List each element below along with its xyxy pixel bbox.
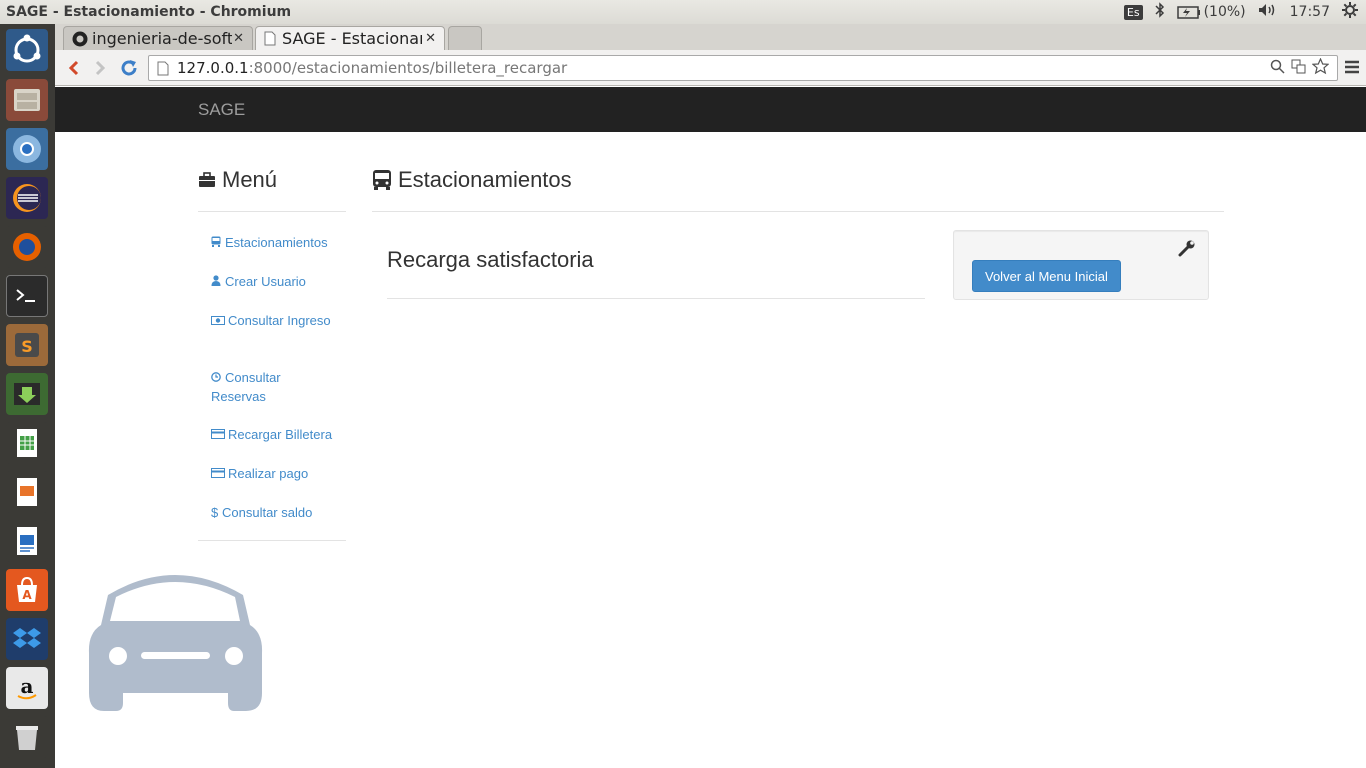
wrench-icon [1178, 240, 1195, 257]
libreoffice-calc-icon[interactable] [6, 422, 48, 464]
sidebar-divider [198, 540, 346, 541]
url-host: 127.0.0.1 [177, 59, 249, 77]
back-arrow-icon [68, 60, 79, 76]
sidebar-item-label: Estacionamientos [225, 235, 328, 250]
tab-label: SAGE - Estacionamiento [282, 29, 422, 48]
tab-label: ingenieria-de-software [92, 29, 232, 48]
new-tab-button[interactable] [448, 26, 482, 50]
success-message: Recarga satisfactoria [387, 247, 594, 272]
firefox-icon[interactable] [6, 226, 48, 268]
message-divider [387, 298, 925, 299]
ubuntu-dash-icon[interactable] [6, 29, 48, 71]
svg-text:A: A [22, 588, 32, 602]
battery-percentage: (10%) [1203, 4, 1246, 20]
forward-button[interactable] [89, 56, 113, 80]
system-top-panel: SAGE - Estacionamiento - Chromium Es (10… [0, 0, 1366, 24]
dropbox-icon[interactable] [6, 618, 48, 660]
tab-github[interactable]: ingenieria-de-software ✕ [63, 26, 253, 50]
system-settings-icon[interactable] [1342, 2, 1358, 22]
bus-icon [373, 170, 391, 190]
eclipse-icon[interactable] [6, 177, 48, 219]
svg-text:S: S [21, 337, 33, 356]
sidebar-heading: Menú [198, 165, 346, 195]
update-manager-icon[interactable] [6, 373, 48, 415]
sidebar-item-consultar-ingreso[interactable]: Consultar Ingreso [211, 312, 346, 331]
main-content: Estacionamientos Recarga satisfactoria V… [372, 165, 1224, 300]
tab-strip: ingenieria-de-software ✕ SAGE - Estacion… [55, 24, 1366, 50]
unity-launcher: S A a [0, 24, 55, 768]
libreoffice-writer-icon[interactable] [6, 520, 48, 562]
sidebar-title: Menú [222, 167, 278, 192]
trash-icon[interactable] [6, 716, 48, 758]
close-icon[interactable]: ✕ [233, 31, 244, 46]
sidebar-item-label: Crear Usuario [225, 274, 306, 289]
top-navbar: SAGE [55, 87, 1366, 132]
terminal-icon[interactable] [6, 275, 48, 317]
money-icon [211, 313, 228, 331]
car-illustration [88, 575, 263, 711]
keyboard-layout-indicator[interactable]: Es [1123, 4, 1143, 20]
sidebar-item-consultar-reservas[interactable]: Consultar Reservas [211, 351, 346, 406]
translate-icon[interactable] [1291, 59, 1306, 78]
bookmark-star-icon[interactable] [1311, 57, 1330, 79]
search-icon[interactable] [1270, 59, 1285, 78]
close-icon[interactable]: ✕ [425, 31, 436, 46]
sidebar-item-consultar-saldo[interactable]: $ Consultar saldo [211, 504, 346, 522]
svg-text:a: a [21, 674, 34, 698]
github-icon [72, 31, 88, 46]
files-icon[interactable] [6, 79, 48, 121]
sidebar: Menú Estacionamientos Crear Usuario Cons… [198, 165, 346, 541]
software-center-icon[interactable]: A [6, 569, 48, 611]
sidebar-menu: Estacionamientos Crear Usuario Consultar… [198, 234, 346, 522]
sidebar-divider [198, 211, 346, 212]
bluetooth-icon[interactable] [1155, 2, 1165, 22]
hamburger-menu-icon[interactable] [1344, 58, 1360, 76]
address-bar[interactable]: 127.0.0.1:8000/estacionamientos/billeter… [148, 55, 1338, 81]
sidebar-item-estacionamientos[interactable]: Estacionamientos [211, 234, 346, 253]
briefcase-icon [199, 172, 215, 187]
sidebar-item-realizar-pago[interactable]: Realizar pago [211, 465, 346, 484]
back-to-main-menu-button[interactable]: Volver al Menu Inicial [972, 260, 1121, 292]
page-icon [157, 61, 169, 75]
chromium-icon[interactable] [6, 128, 48, 170]
sidebar-item-label: Consultar saldo [222, 505, 313, 520]
window-title: SAGE - Estacionamiento - Chromium [6, 4, 292, 20]
web-page: SAGE Menú Estacionamientos Crear Usuario… [55, 87, 1366, 768]
page-title: Estacionamientos [398, 167, 572, 192]
clock[interactable]: 17:57 [1290, 4, 1330, 20]
volume-icon[interactable] [1258, 3, 1278, 21]
page-heading: Estacionamientos [372, 165, 1224, 195]
battery-icon [1176, 5, 1200, 19]
page-icon [264, 31, 276, 46]
sidebar-item-crear-usuario[interactable]: Crear Usuario [211, 273, 346, 292]
user-icon [211, 274, 225, 292]
sidebar-item-recargar-billetera[interactable]: Recargar Billetera [211, 426, 346, 445]
navbar-brand[interactable]: SAGE [198, 100, 245, 120]
credit-card-icon [211, 427, 228, 445]
tab-sage[interactable]: SAGE - Estacionamiento ✕ [255, 26, 445, 50]
amazon-icon[interactable]: a [6, 667, 48, 709]
libreoffice-impress-icon[interactable] [6, 471, 48, 513]
forward-arrow-icon [95, 60, 106, 76]
sidebar-item-label: Consultar Ingreso [228, 313, 331, 328]
reload-icon [121, 60, 137, 76]
credit-card-icon [211, 466, 228, 484]
sidebar-item-label: Recargar Billetera [228, 427, 333, 442]
actions-panel: Volver al Menu Inicial [953, 230, 1209, 300]
dollar-icon: $ [211, 505, 219, 520]
sidebar-item-label: Realizar pago [228, 466, 309, 481]
heading-divider [372, 211, 1224, 212]
battery-indicator[interactable]: (10%) [1176, 4, 1246, 20]
back-button[interactable] [61, 56, 85, 80]
reload-button[interactable] [117, 56, 141, 80]
bus-icon [211, 235, 225, 253]
sublime-text-icon[interactable]: S [6, 324, 48, 366]
clock-icon [211, 370, 225, 388]
url-path: :8000/estacionamientos/billetera_recarga… [248, 59, 568, 77]
browser-toolbar: 127.0.0.1:8000/estacionamientos/billeter… [55, 50, 1366, 86]
